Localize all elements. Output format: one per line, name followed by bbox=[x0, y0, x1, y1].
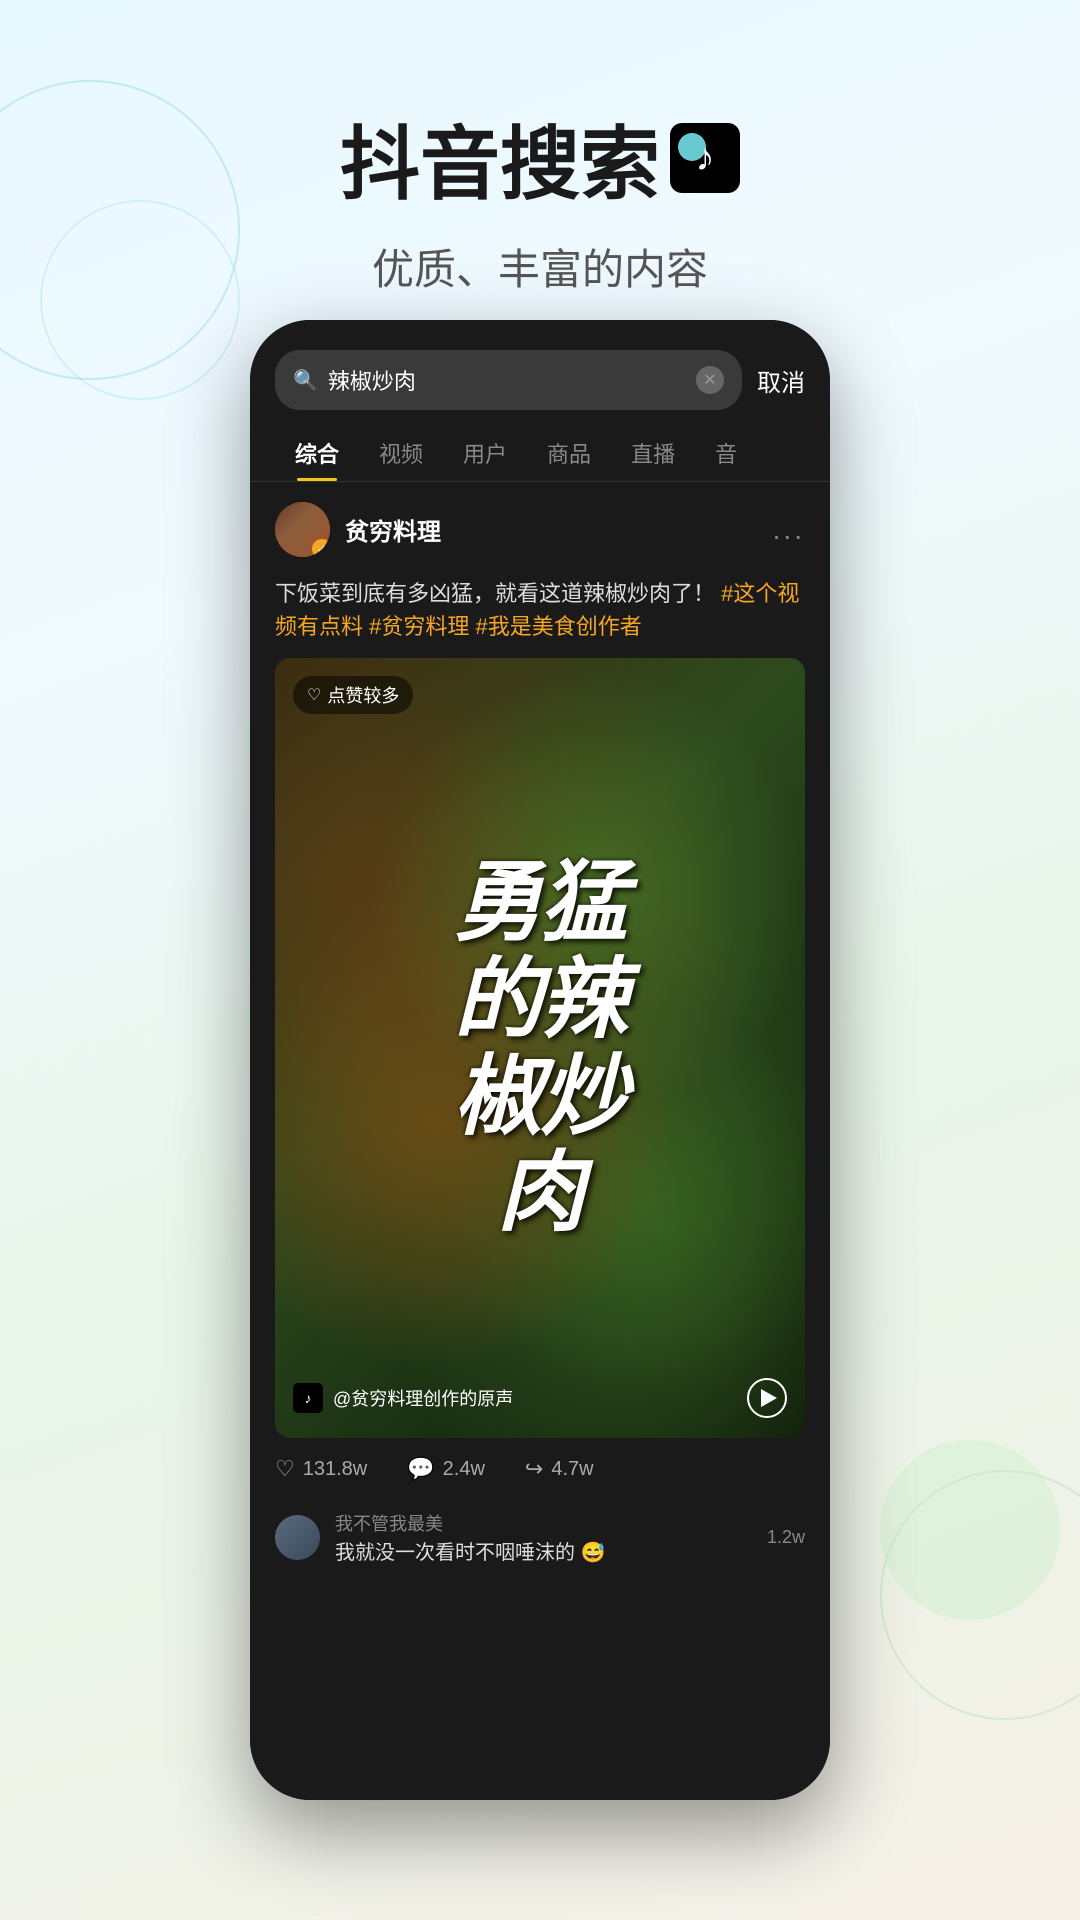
comment-icon: 💬 bbox=[407, 1456, 434, 1482]
verified-badge: ✓ bbox=[312, 539, 330, 557]
post-description: 下饭菜到底有多凶猛，就看这道辣椒炒肉了！ #这个视频有点料 #贫穷料理 #我是美… bbox=[250, 577, 830, 658]
search-icon: 🔍 bbox=[293, 368, 318, 393]
app-title-text: 抖音搜索 bbox=[340, 100, 660, 216]
heart-icon: ♡ bbox=[307, 685, 321, 705]
shares-count[interactable]: ↪ 4.7w bbox=[525, 1456, 594, 1482]
search-bar: 🔍 辣椒炒肉 ✕ 取消 bbox=[250, 320, 830, 425]
likes-count[interactable]: ♡ 131.8w bbox=[275, 1456, 367, 1482]
comment-preview-row: 我不管我最美 我就没一次看时不咽唾沫的 😅 1.2w bbox=[250, 1500, 830, 1575]
phone-screen: 🔍 辣椒炒肉 ✕ 取消 综合 视频 用户 商品 直播 音 bbox=[250, 320, 830, 1800]
tiktok-logo-icon: ♪ bbox=[670, 123, 740, 193]
likes-number: 131.8w bbox=[303, 1458, 368, 1481]
video-thumbnail[interactable]: ♡ 点赞较多 勇猛的辣椒炒肉 ♪ @贫穷料理创作的原声 bbox=[275, 658, 805, 1438]
hashtag-2[interactable]: #贫穷料理 bbox=[369, 614, 475, 639]
post-username[interactable]: 贫穷料理 bbox=[345, 512, 758, 547]
search-clear-button[interactable]: ✕ bbox=[696, 366, 724, 394]
hashtag-3[interactable]: #我是美食创作者 bbox=[475, 614, 641, 639]
phone-mockup: 🔍 辣椒炒肉 ✕ 取消 综合 视频 用户 商品 直播 音 bbox=[250, 320, 830, 1800]
post-header: ✓ 贫穷料理 ... bbox=[250, 482, 830, 577]
app-title-row: 抖音搜索 ♪ bbox=[0, 100, 1080, 216]
post-more-button[interactable]: ... bbox=[773, 514, 805, 546]
search-query-text: 辣椒炒肉 bbox=[328, 364, 686, 396]
search-results: ✓ 贫穷料理 ... 下饭菜到底有多凶猛，就看这道辣椒炒肉了！ #这个视频有点料… bbox=[250, 482, 830, 1800]
comment-username: 我不管我最美 bbox=[335, 1510, 752, 1536]
app-header: 抖音搜索 ♪ 优质、丰富的内容 bbox=[0, 0, 1080, 337]
bg-decoration-circle-4 bbox=[880, 1440, 1060, 1620]
like-icon: ♡ bbox=[275, 1456, 295, 1482]
shares-number: 4.7w bbox=[551, 1458, 593, 1481]
play-triangle-icon bbox=[761, 1389, 777, 1407]
tab-视频[interactable]: 视频 bbox=[359, 425, 443, 481]
comment-content: 我不管我最美 我就没一次看时不咽唾沫的 😅 bbox=[335, 1510, 752, 1565]
tab-综合[interactable]: 综合 bbox=[275, 425, 359, 481]
play-button[interactable] bbox=[747, 1378, 787, 1418]
video-big-text: 勇猛的辣椒炒肉 bbox=[302, 854, 779, 1241]
engagement-bar: ♡ 131.8w 💬 2.4w ↪ 4.7w bbox=[250, 1438, 830, 1500]
likes-badge-text: 点赞较多 bbox=[327, 682, 399, 708]
video-bottom-bar: ♪ @贫穷料理创作的原声 bbox=[293, 1378, 787, 1418]
tab-直播[interactable]: 直播 bbox=[611, 425, 695, 481]
tab-商品[interactable]: 商品 bbox=[527, 425, 611, 481]
video-text-overlay: 勇猛的辣椒炒肉 bbox=[302, 854, 779, 1241]
comment-text: 我就没一次看时不咽唾沫的 😅 bbox=[335, 1536, 752, 1565]
comments-number: 2.4w bbox=[443, 1458, 485, 1481]
likes-badge: ♡ 点赞较多 bbox=[293, 676, 413, 714]
tiktok-mini-icon: ♪ bbox=[293, 1383, 323, 1413]
search-cancel-button[interactable]: 取消 bbox=[757, 363, 805, 398]
comment-count: 1.2w bbox=[767, 1527, 805, 1548]
share-icon: ↪ bbox=[525, 1456, 543, 1482]
search-tabs: 综合 视频 用户 商品 直播 音 bbox=[250, 425, 830, 482]
app-subtitle: 优质、丰富的内容 bbox=[0, 236, 1080, 297]
video-sound-text: @贫穷料理创作的原声 bbox=[333, 1385, 737, 1411]
tab-用户[interactable]: 用户 bbox=[443, 425, 527, 481]
tab-音[interactable]: 音 bbox=[695, 425, 757, 481]
comments-count[interactable]: 💬 2.4w bbox=[407, 1456, 485, 1482]
comment-avatar bbox=[275, 1515, 320, 1560]
avatar[interactable]: ✓ bbox=[275, 502, 330, 557]
search-input-container[interactable]: 🔍 辣椒炒肉 ✕ bbox=[275, 350, 742, 410]
post-desc-text: 下饭菜到底有多凶猛，就看这道辣椒炒肉了！ bbox=[275, 581, 715, 606]
